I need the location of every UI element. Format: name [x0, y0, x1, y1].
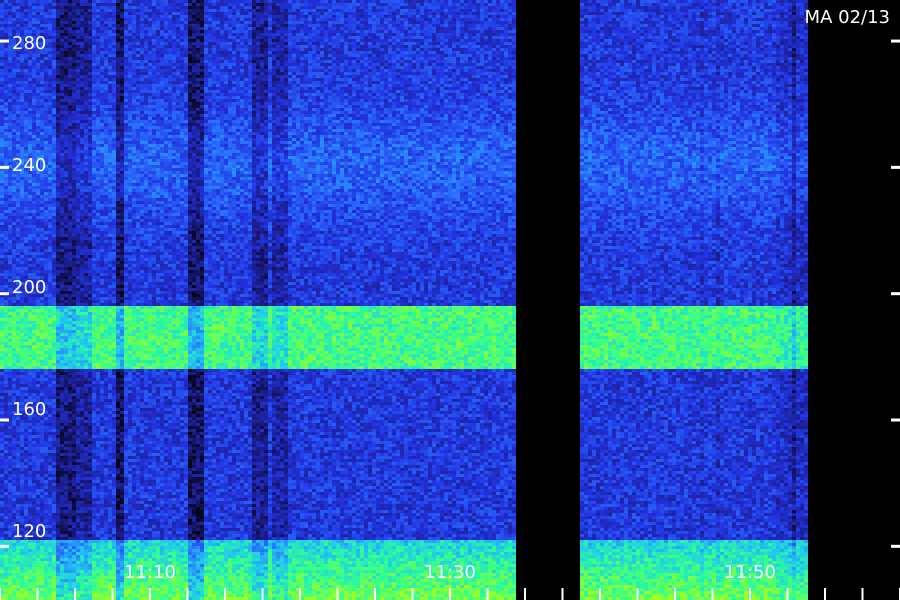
x-tick-mark-10 [374, 588, 376, 600]
x-tick-mark-7 [261, 588, 264, 600]
x-tick-mark-23 [861, 588, 864, 600]
y-tick-mark-right-0 [891, 39, 900, 43]
y-tick-mark-left-0 [0, 39, 9, 43]
y-tick-label-160: 160 [12, 399, 46, 420]
x-tick-mark-21 [786, 588, 789, 600]
x-tick-mark-17 [636, 588, 639, 600]
spectrogram-heatmap [0, 0, 808, 600]
x-tick-mark-5 [186, 588, 189, 600]
y-tick-mark-left-1 [0, 165, 9, 169]
spectrogram: MA 02/13 280 240 200 160 120 11:10 11:30… [0, 0, 900, 600]
x-tick-mark-18 [674, 588, 676, 600]
x-tick-mark-0 [0, 588, 1, 600]
x-tick-label-1110: 11:10 [124, 562, 176, 583]
y-tick-label-240: 240 [12, 155, 46, 176]
x-tick-mark-12 [449, 588, 451, 600]
y-tick-label-200: 200 [12, 277, 46, 298]
y-tick-label-280: 280 [12, 33, 46, 54]
y-tick-mark-right-1 [891, 165, 900, 169]
x-tick-mark-8 [299, 588, 301, 600]
station-label: MA 02/13 [805, 7, 890, 28]
x-tick-mark-1 [36, 588, 39, 600]
x-tick-mark-13 [486, 588, 489, 600]
x-tick-mark-2 [74, 588, 76, 600]
x-tick-mark-11 [411, 588, 414, 600]
y-tick-mark-left-3 [0, 418, 9, 422]
x-tick-mark-4 [149, 588, 151, 600]
x-tick-mark-15 [561, 588, 564, 600]
y-tick-label-120: 120 [12, 521, 46, 542]
y-tick-mark-right-4 [891, 544, 900, 548]
y-tick-mark-right-2 [891, 292, 900, 296]
x-tick-label-1130: 11:30 [424, 562, 476, 583]
x-tick-mark-16 [599, 588, 601, 600]
x-tick-label-1150: 11:50 [724, 562, 776, 583]
x-tick-mark-19 [711, 588, 714, 600]
x-tick-mark-20 [749, 588, 751, 600]
x-tick-mark-22 [824, 588, 826, 600]
x-tick-mark-6 [224, 588, 226, 600]
y-tick-mark-left-2 [0, 292, 9, 296]
y-tick-mark-right-3 [891, 418, 900, 422]
x-tick-mark-9 [336, 588, 339, 600]
y-tick-mark-left-4 [0, 544, 9, 548]
x-tick-mark-3 [111, 588, 114, 600]
x-tick-mark-14 [524, 588, 526, 600]
